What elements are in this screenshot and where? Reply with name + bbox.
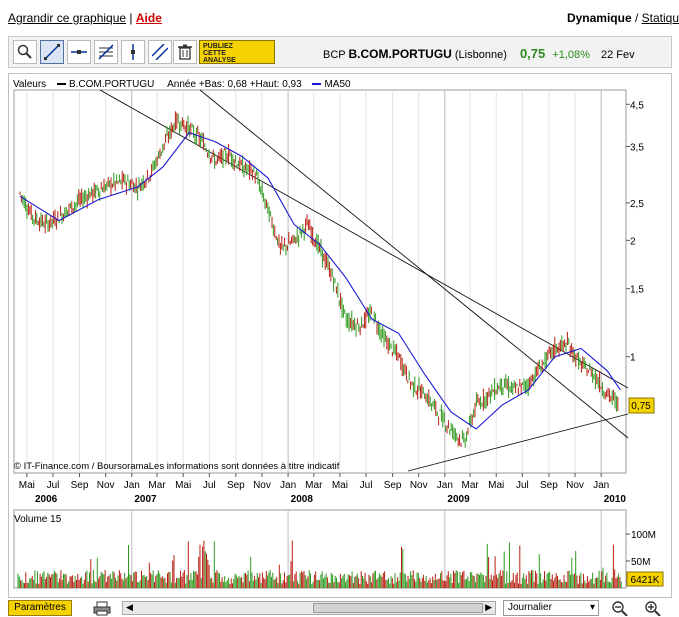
x-tick-label: Sep xyxy=(227,480,245,491)
y-tick-label: 2,5 xyxy=(630,199,644,210)
chevron-down-icon: ▾ xyxy=(589,602,595,613)
y-tick-label: 3,5 xyxy=(630,142,644,153)
volume-bars xyxy=(17,540,622,588)
x-tick-label: Jul xyxy=(360,480,373,491)
x-tick-label: Nov xyxy=(410,480,428,491)
volume-tick-label: 50M xyxy=(631,557,650,568)
x-year-label: 2006 xyxy=(35,494,58,505)
x-tick-label: Nov xyxy=(566,480,584,491)
x-tick-label: Sep xyxy=(384,480,402,491)
x-year-label: 2010 xyxy=(604,494,627,505)
y-tick-label: 2 xyxy=(630,236,636,247)
x-tick-label: Jan xyxy=(593,480,609,491)
print-icon[interactable] xyxy=(93,601,111,616)
x-year-label: 2008 xyxy=(291,494,314,505)
scroll-left-icon[interactable]: ◀ xyxy=(126,602,133,613)
x-tick-label: Jul xyxy=(516,480,529,491)
ma50-line xyxy=(19,132,621,430)
volume-panel-label: Volume 15 xyxy=(14,514,62,525)
price-chart[interactable]: 4,5 3,5 2,5 2 1,5 1 Mai Jul Sep Nov Jan Mar Mai Jul S… xyxy=(0,0,679,617)
x-tick-label: Mar xyxy=(461,480,479,491)
price-tag: 0,75 xyxy=(628,397,655,414)
x-year-label: 2009 xyxy=(447,494,470,505)
scrollbar-thumb[interactable] xyxy=(313,603,483,613)
x-tick-label: Nov xyxy=(253,480,271,491)
x-tick-label: Jan xyxy=(124,480,140,491)
parameters-button[interactable]: Paramètres xyxy=(8,600,72,616)
x-tick-label: Mai xyxy=(332,480,348,491)
x-tick-label: Mar xyxy=(305,480,323,491)
x-tick-label: Mar xyxy=(148,480,166,491)
volume-tag: 6421K xyxy=(626,571,664,587)
x-tick-label: Mai xyxy=(488,480,504,491)
y-tick-label: 1,5 xyxy=(630,285,644,296)
zoom-out-icon[interactable] xyxy=(612,601,628,616)
zoom-in-icon[interactable] xyxy=(645,601,661,616)
x-tick-label: Jul xyxy=(47,480,60,491)
volume-axis-ticks: 100M 50M xyxy=(626,530,656,568)
x-tick-label: Nov xyxy=(97,480,115,491)
x-axis-ticks: Mai Jul Sep Nov Jan Mar Mai Jul Sep Nov Jan Mar Mai J… xyxy=(19,473,627,505)
volume-tag-text: 6421K xyxy=(631,575,660,586)
period-value: Journalier xyxy=(508,602,552,613)
trendline xyxy=(199,89,629,439)
x-tick-label: Jul xyxy=(203,480,216,491)
x-year-label: 2007 xyxy=(134,494,157,505)
x-tick-label: Sep xyxy=(540,480,558,491)
y-tick-label: 1 xyxy=(630,353,636,364)
scroll-right-icon[interactable]: ▶ xyxy=(485,602,492,613)
y-axis-ticks: 4,5 3,5 2,5 2 1,5 1 xyxy=(626,100,644,364)
chart-grid xyxy=(13,89,627,589)
trendline xyxy=(407,413,629,472)
x-tick-label: Jan xyxy=(280,480,296,491)
volume-border xyxy=(13,509,627,589)
price-tag-text: 0,75 xyxy=(631,401,651,412)
period-select[interactable]: Journalier ▾ xyxy=(503,600,599,616)
chart-scrollbar[interactable]: ◀ ▶ xyxy=(122,601,496,615)
x-tick-label: Sep xyxy=(71,480,89,491)
x-tick-label: Mai xyxy=(175,480,191,491)
x-tick-label: Mai xyxy=(19,480,35,491)
x-tick-label: Jan xyxy=(437,480,453,491)
volume-tick-label: 100M xyxy=(631,530,656,541)
data-credit: © IT-Finance.com / BoursoramaLes informa… xyxy=(14,461,340,472)
y-tick-label: 4,5 xyxy=(630,100,644,111)
price-candles xyxy=(19,111,619,448)
